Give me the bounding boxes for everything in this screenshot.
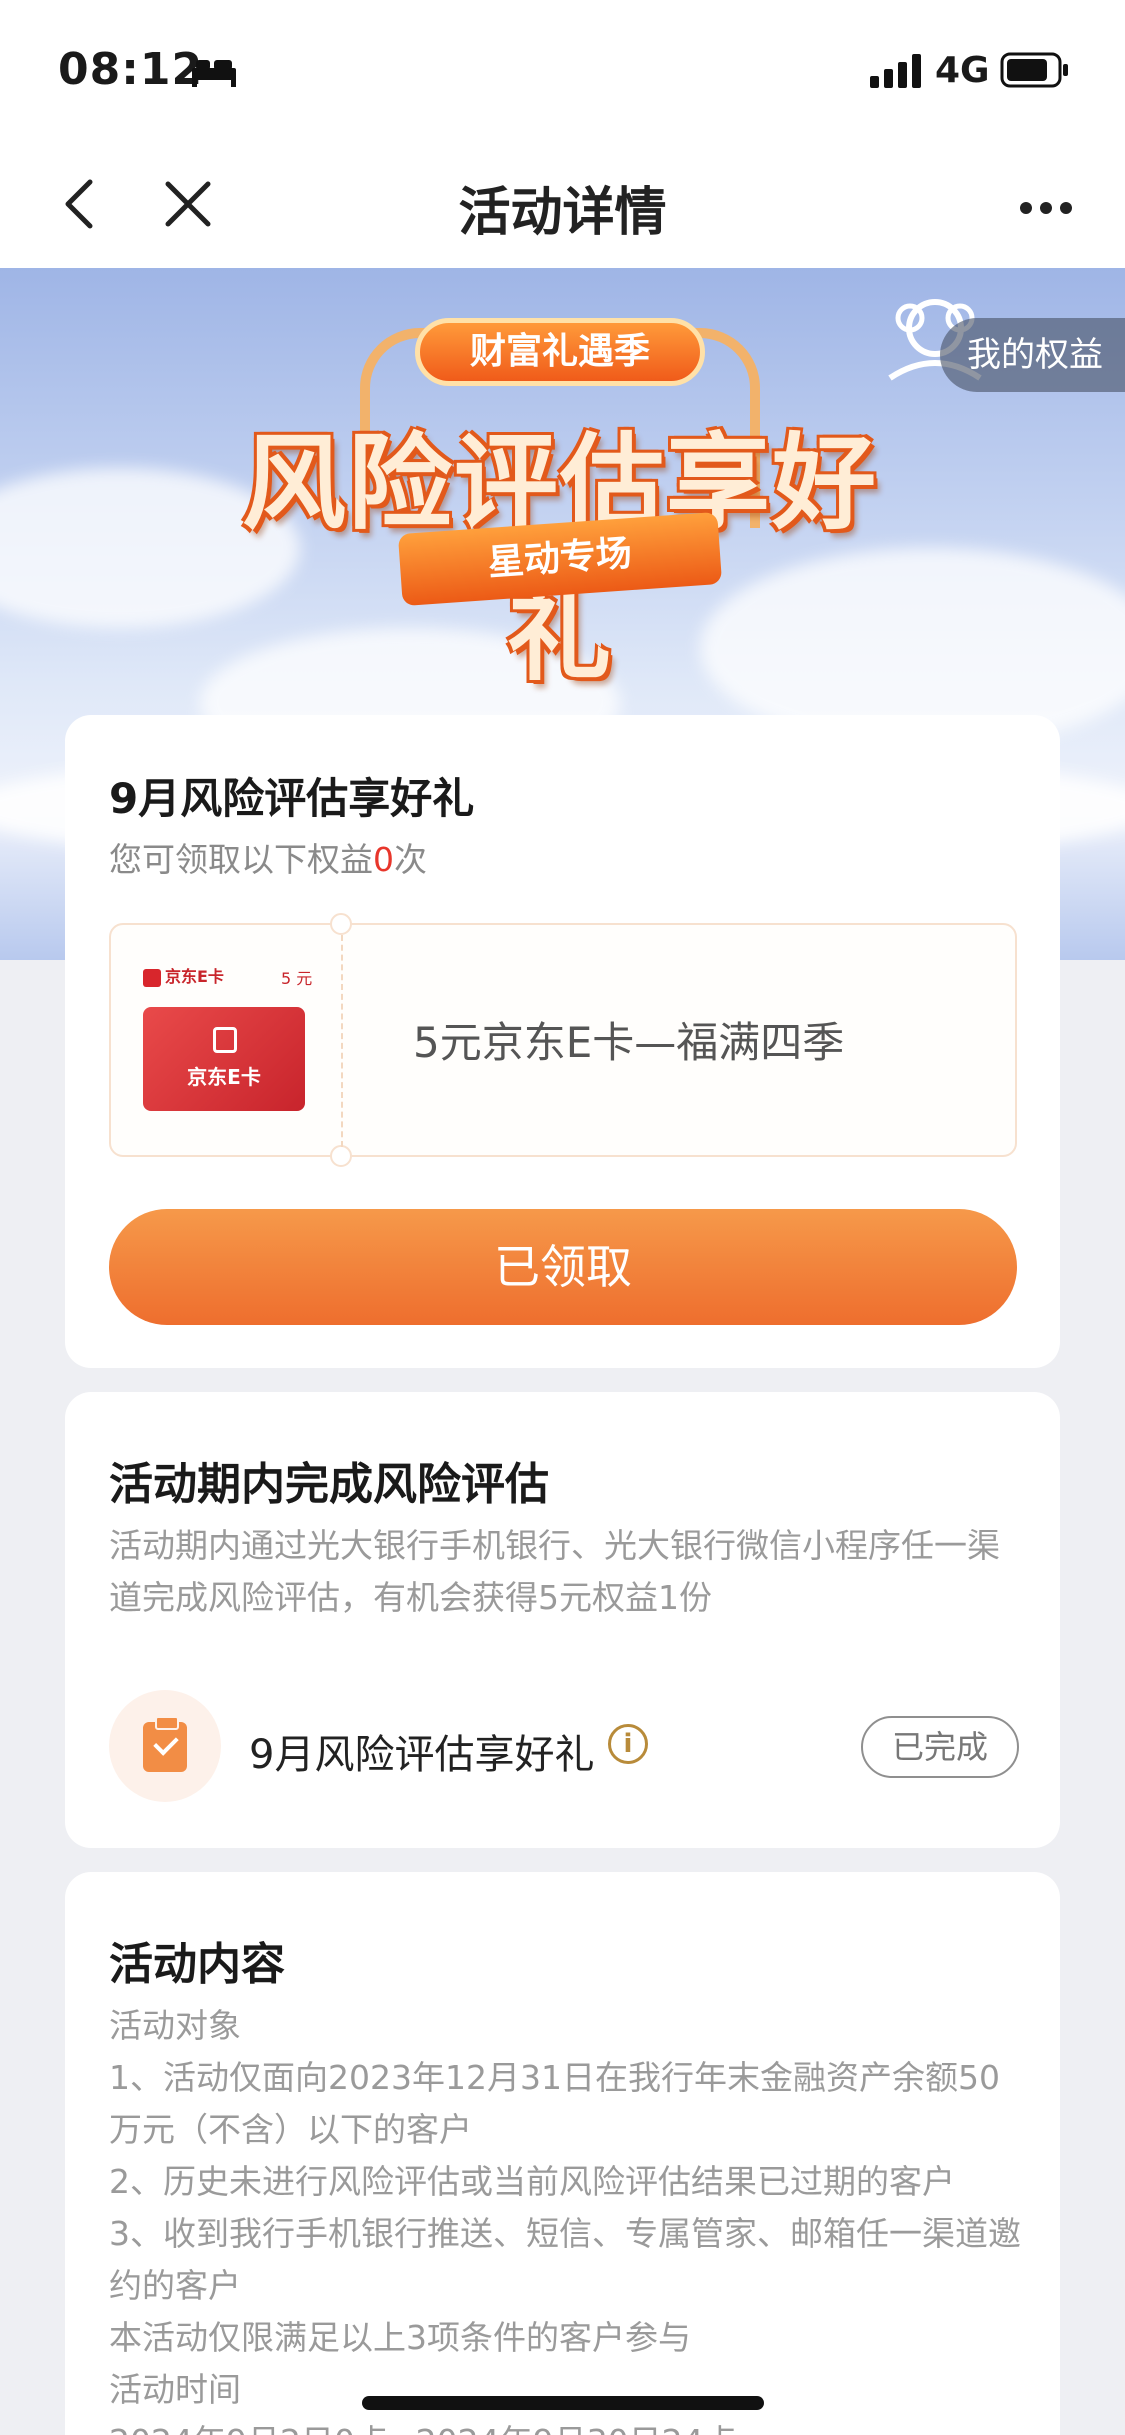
signal-icon <box>870 54 921 88</box>
banner-sign: 财富礼遇季 风险评估享好礼 星动专场 <box>240 298 880 718</box>
reward-subtitle: 您可领取以下权益0次 <box>109 833 427 881</box>
completed-badge: 已完成 <box>861 1716 1019 1778</box>
more-dots-icon[interactable] <box>1018 200 1074 216</box>
battery-icon <box>1000 52 1068 88</box>
my-rights-button[interactable]: 我的权益 <box>940 318 1125 392</box>
subtitle-suffix: 次 <box>394 840 427 879</box>
ticket-notch <box>330 1145 352 1167</box>
task-description: 活动期内通过光大银行手机银行、光大银行微信小程序任一渠道完成风险评估，有机会获得… <box>109 1526 1000 1617</box>
content-line: 活动对象 <box>109 2006 241 2045</box>
content-body: 活动对象 1、活动仅面向2023年12月31日在我行年末金融资产余额50万元（不… <box>109 2000 1029 2435</box>
content-line: 本活动仅限满足以上3项条件的客户参与 <box>109 2318 691 2357</box>
content-line: 2024年9月2日0点~2024年9月30日24点 <box>109 2416 1029 2435</box>
ecard-image-text: 京东E卡 <box>187 1065 261 1089</box>
clipboard-check-icon <box>109 1690 221 1802</box>
status-bar: 08:12 4G <box>0 0 1125 140</box>
subtitle-prefix: 您可领取以下权益 <box>109 840 373 879</box>
network-label: 4G <box>935 50 990 91</box>
content-card: 活动内容 活动对象 1、活动仅面向2023年12月31日在我行年末金融资产余额5… <box>65 1872 1060 2435</box>
content-line: 3、收到我行手机银行推送、短信、专属管家、邮箱任一渠道邀约的客户 <box>109 2214 1021 2305</box>
coupon-ticket[interactable]: 京东E卡 5 元 京东E卡 5元京东E卡—福满四季 <box>109 913 1017 1167</box>
banner-tag: 财富礼遇季 <box>415 318 705 386</box>
task-card: 活动期内完成风险评估 活动期内通过光大银行手机银行、光大银行微信小程序任一渠道完… <box>65 1392 1060 1848</box>
info-icon[interactable]: i <box>608 1724 648 1764</box>
reward-title: 9月风险评估享好礼 <box>109 774 475 823</box>
bed-icon <box>192 60 236 87</box>
content-title: 活动内容 <box>109 1939 285 1990</box>
content-line: 2、历史未进行风险评估或当前风险评估结果已过期的客户 <box>109 2162 955 2201</box>
coupon-name: 5元京东E卡—福满四季 <box>413 1018 845 1067</box>
shopping-bag-icon <box>213 1027 237 1053</box>
home-indicator <box>362 2396 764 2410</box>
claimed-button[interactable]: 已领取 <box>109 1209 1017 1325</box>
remaining-count: 0 <box>373 840 394 879</box>
reward-card: 9月风险评估享好礼 您可领取以下权益0次 京东E卡 5 元 京东E卡 5元京东E… <box>65 715 1060 1368</box>
ecard-image: 京东E卡 <box>143 1007 305 1111</box>
ticket-divider <box>341 935 343 1147</box>
task-label: 9月风险评估享好礼 <box>249 1732 595 1778</box>
ticket-notch <box>330 913 352 935</box>
ecard-brand: 京东E卡 <box>143 963 224 987</box>
clipboard-shape <box>143 1716 187 1772</box>
page-title: 活动详情 <box>458 183 667 243</box>
nav-bar: 活动详情 <box>0 140 1125 268</box>
content-line: 1、活动仅面向2023年12月31日在我行年末金融资产余额50万元（不含）以下的… <box>109 2058 1000 2149</box>
ecard-brand-text: 京东E卡 <box>165 967 224 986</box>
jd-logo-icon <box>143 968 161 987</box>
status-time: 08:12 <box>58 44 204 95</box>
ecard-amount: 5 元 <box>281 969 313 988</box>
task-card-title: 活动期内完成风险评估 <box>109 1459 549 1510</box>
